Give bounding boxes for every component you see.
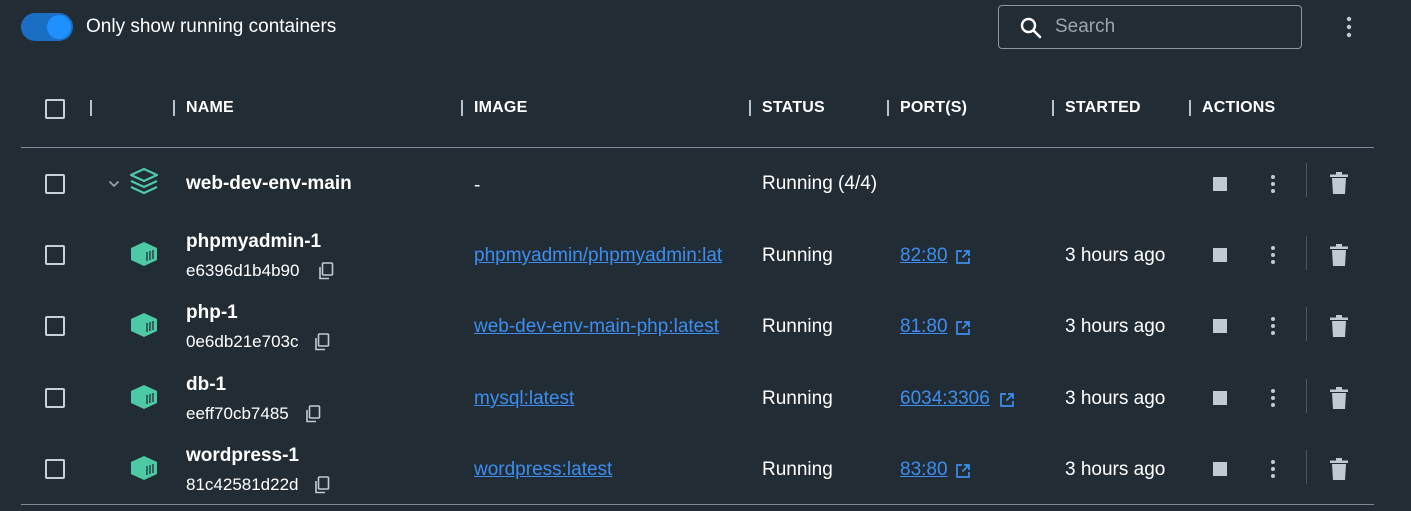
column-header-status[interactable]: STATUS [762,99,825,117]
started-time: 3 hours ago [1065,388,1166,409]
action-divider [1306,450,1307,484]
image-link[interactable]: mysql:latest [474,388,750,410]
row-checkbox[interactable] [45,388,65,408]
container-status: Running [762,316,833,337]
image-link[interactable]: wordpress:latest [474,459,750,481]
container-name[interactable]: php-1 [186,302,238,324]
external-link-icon[interactable] [999,392,1015,408]
container-id: eeff70cb7485 [186,404,289,423]
container-id: e6396d1b4b90 [186,261,300,280]
column-divider[interactable] [461,100,463,116]
column-divider[interactable] [887,100,889,116]
action-divider [1306,163,1307,197]
header-divider [21,147,1374,148]
copy-icon[interactable] [318,262,334,280]
port-link[interactable]: 6034:3306 [900,388,990,410]
search-input[interactable] [1055,14,1285,40]
stop-icon[interactable] [1213,177,1227,191]
column-header-started[interactable]: STARTED [1065,99,1141,117]
column-divider[interactable] [749,100,751,116]
container-id: 0e6db21e703c [186,332,299,351]
external-link-icon[interactable] [955,320,971,336]
external-link-icon[interactable] [955,463,971,479]
container-name[interactable]: wordpress-1 [186,445,299,467]
trash-icon[interactable] [1330,244,1348,266]
row-menu-icon[interactable] [1270,388,1276,408]
column-header-image[interactable]: IMAGE [474,99,527,117]
trash-icon[interactable] [1330,172,1348,194]
container-status: Running [762,388,833,409]
column-header-actions: ACTIONS [1202,99,1276,116]
copy-icon[interactable] [314,333,330,351]
port-link[interactable]: 83:80 [900,459,948,481]
started-time: 3 hours ago [1065,459,1166,480]
port-link[interactable]: 82:80 [900,245,948,267]
group-status: Running (4/4) [762,173,878,194]
stack-icon [129,167,159,195]
stop-icon[interactable] [1213,319,1227,333]
stop-icon[interactable] [1213,462,1227,476]
group-image: - [474,175,481,196]
stop-icon[interactable] [1213,391,1227,405]
search-box[interactable] [998,5,1302,49]
row-checkbox[interactable] [45,174,65,194]
action-divider [1306,379,1307,413]
column-divider[interactable] [1052,100,1054,116]
row-checkbox[interactable] [45,316,65,336]
port-link[interactable]: 81:80 [900,316,948,338]
container-status: Running [762,245,833,266]
row-menu-icon[interactable] [1270,245,1276,265]
row-menu-icon[interactable] [1270,174,1276,194]
column-header-name[interactable]: NAME [186,99,234,117]
row-checkbox[interactable] [45,245,65,265]
external-link-icon[interactable] [955,249,971,265]
container-icon [131,456,157,480]
group-name[interactable]: web-dev-env-main [186,173,352,195]
container-name[interactable]: db-1 [186,374,226,396]
image-link[interactable]: phpmyadmin/phpmyadmin:lat [474,245,750,267]
container-name[interactable]: phpmyadmin-1 [186,231,321,253]
stop-icon[interactable] [1213,248,1227,262]
more-options-icon[interactable] [1337,14,1361,40]
started-time: 3 hours ago [1065,245,1166,266]
trash-icon[interactable] [1330,458,1348,480]
started-time: 3 hours ago [1065,316,1166,337]
chevron-down-icon[interactable] [108,180,120,188]
trash-icon[interactable] [1330,387,1348,409]
running-only-label: Only show running containers [86,16,337,37]
running-only-toggle[interactable] [21,13,73,41]
container-icon [131,313,157,337]
container-icon [131,385,157,409]
trash-icon[interactable] [1330,315,1348,337]
select-all-checkbox[interactable] [45,99,65,119]
copy-icon[interactable] [305,405,321,423]
toggle-knob [47,15,71,39]
row-checkbox[interactable] [45,459,65,479]
search-icon [1020,17,1042,39]
row-menu-icon[interactable] [1270,316,1276,336]
column-divider [90,100,92,116]
container-status: Running [762,459,833,480]
table-bottom-divider [21,504,1374,505]
action-divider [1306,307,1307,341]
column-header-ports[interactable]: PORT(S) [900,99,967,117]
container-icon [131,242,157,266]
action-divider [1306,236,1307,270]
column-divider[interactable] [173,100,175,116]
toolbar: Only show running containers [0,0,1411,56]
image-link[interactable]: web-dev-env-main-php:latest [474,316,750,338]
column-divider[interactable] [1189,100,1191,116]
row-menu-icon[interactable] [1270,459,1276,479]
copy-icon[interactable] [314,476,330,494]
container-id: 81c42581d22d [186,475,299,494]
